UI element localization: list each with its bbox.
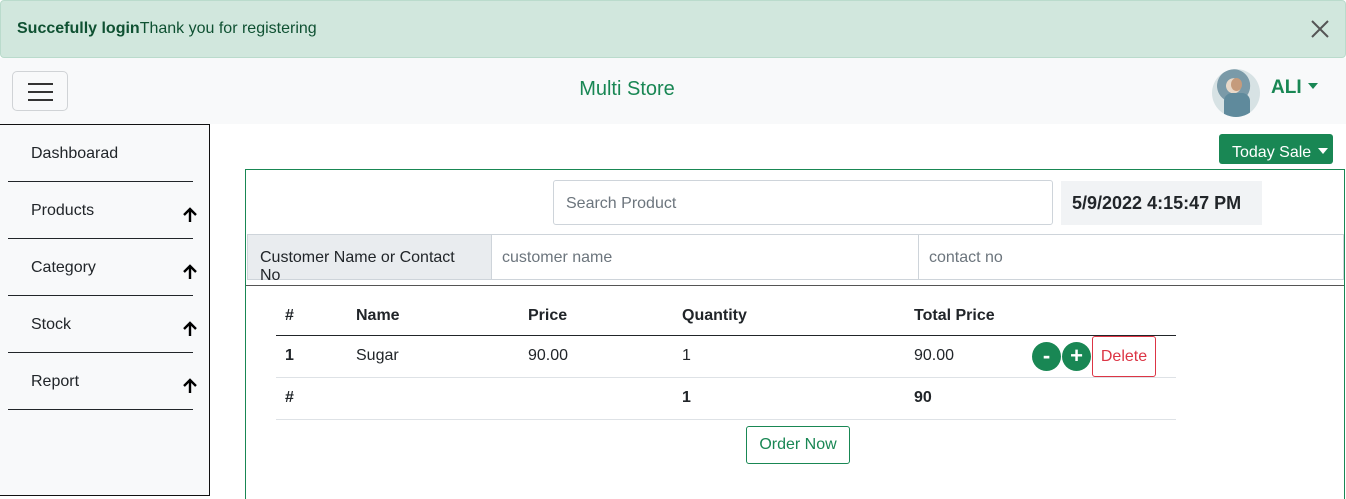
col-header-number: # xyxy=(276,297,347,336)
sidebar: Dashboarad Products Category Stock Repor… xyxy=(0,124,210,496)
sidebar-item-products[interactable]: Products xyxy=(8,182,197,239)
search-placeholder: Search Product xyxy=(566,195,677,212)
col-header-actions xyxy=(1032,297,1176,336)
customer-name-field[interactable]: customer name xyxy=(492,235,919,279)
divider xyxy=(246,285,1344,286)
sidebar-item-stock[interactable]: Stock xyxy=(8,296,197,353)
customer-input-group: Customer Name or Contact No customer nam… xyxy=(247,234,1344,284)
current-datetime: 5/9/2022 4:15:47 PM xyxy=(1061,181,1262,225)
col-header-price: Price xyxy=(519,297,673,336)
today-sale-label: Today Sale xyxy=(1232,144,1312,161)
search-input[interactable]: Search Product xyxy=(553,180,1053,225)
arrow-up-icon xyxy=(183,378,197,393)
table-row: 1 Sugar 90.00 1 90.00 - + Delete xyxy=(276,335,1176,378)
user-dropdown[interactable]: ALI xyxy=(1271,77,1318,99)
pos-panel: Search Product 5/9/2022 4:15:47 PM Custo… xyxy=(245,169,1345,499)
row-price: 90.00 xyxy=(519,335,673,378)
avatar[interactable] xyxy=(1212,69,1260,117)
arrow-up-icon xyxy=(183,207,197,222)
row-quantity: 1 xyxy=(673,335,905,378)
sidebar-item-label: Products xyxy=(31,202,95,219)
sidebar-item-label: Stock xyxy=(31,316,72,333)
customer-label: Customer Name or Contact No xyxy=(248,235,492,284)
success-alert: Succefully login Thank you for registerin… xyxy=(0,0,1346,58)
decrease-quantity-button[interactable]: - xyxy=(1032,341,1061,371)
row-total: 90.00 xyxy=(905,335,1032,378)
sidebar-item-label: Category xyxy=(31,259,96,276)
top-navbar: Multi Store ALI xyxy=(0,58,1346,124)
row-number: 1 xyxy=(276,335,347,378)
caret-down-icon xyxy=(1318,147,1329,154)
arrow-up-icon xyxy=(183,321,197,336)
caret-down-icon xyxy=(1307,82,1318,89)
user-name: ALI xyxy=(1271,77,1302,98)
increase-quantity-button[interactable]: + xyxy=(1062,341,1091,371)
summary-number: # xyxy=(276,377,347,420)
cart-table: # Name Price Quantity Total Price 1 Suga… xyxy=(276,297,1176,420)
arrow-up-icon xyxy=(183,264,197,279)
close-icon[interactable] xyxy=(1309,18,1331,40)
table-header-row: # Name Price Quantity Total Price xyxy=(276,297,1176,336)
summary-row: # 1 90 xyxy=(276,377,1176,420)
row-actions: - + Delete xyxy=(1032,335,1176,378)
contact-no-placeholder: contact no xyxy=(929,249,1003,266)
sidebar-item-category[interactable]: Category xyxy=(8,239,197,296)
customer-name-placeholder: customer name xyxy=(502,249,613,266)
today-sale-button[interactable]: Today Sale xyxy=(1219,134,1333,164)
contact-no-field[interactable]: contact no xyxy=(919,235,1343,279)
alert-strong: Succefully login xyxy=(17,20,140,37)
delete-button[interactable]: Delete xyxy=(1092,335,1156,377)
sidebar-item-report[interactable]: Report xyxy=(8,353,197,410)
alert-message: Thank you for registering xyxy=(139,20,317,37)
summary-total: 90 xyxy=(905,377,1032,420)
col-header-quantity: Quantity xyxy=(673,297,905,336)
col-header-name: Name xyxy=(347,297,519,336)
summary-quantity: 1 xyxy=(673,377,905,420)
sidebar-item-dashboard[interactable]: Dashboarad xyxy=(8,125,193,182)
sidebar-item-label: Report xyxy=(31,373,80,390)
brand-title: Multi Store xyxy=(579,78,675,100)
order-now-button[interactable]: Order Now xyxy=(746,426,850,464)
col-header-total-price: Total Price xyxy=(905,297,1032,336)
row-name: Sugar xyxy=(347,335,519,378)
sidebar-item-label: Dashboarad xyxy=(31,145,119,162)
